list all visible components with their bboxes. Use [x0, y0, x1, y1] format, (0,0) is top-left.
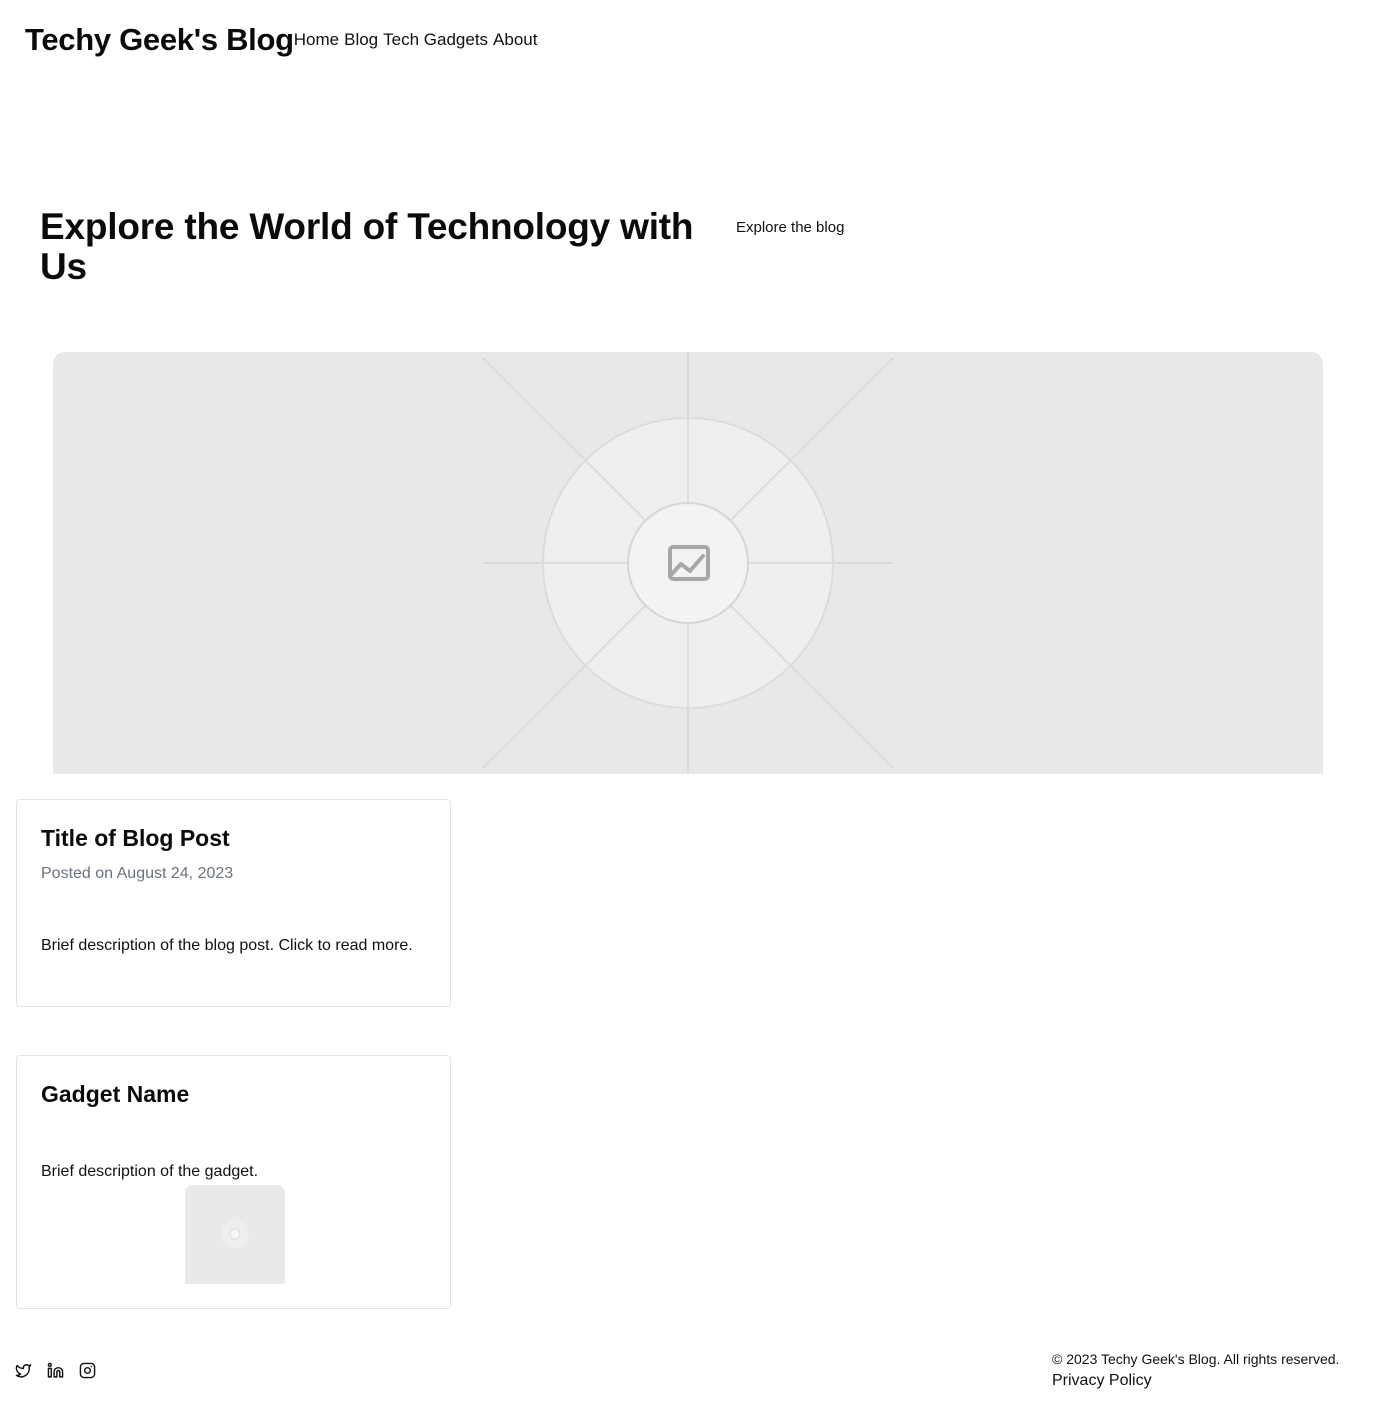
- explore-blog-link[interactable]: Explore the blog: [736, 219, 844, 236]
- hero-heading: Explore the World of Technology with Us: [40, 206, 694, 287]
- footer-info: © 2023 Techy Geek's Blog. All rights res…: [1052, 1350, 1339, 1390]
- gadget-description: Brief description of the gadget.: [41, 1163, 259, 1180]
- nav-link-tech-gadgets[interactable]: Tech Gadgets: [383, 30, 488, 50]
- site-header: Techy Geek's Blog Home Blog Tech Gadgets…: [25, 18, 537, 62]
- twitter-icon[interactable]: [15, 1362, 32, 1379]
- gadget-title[interactable]: Gadget Name: [41, 1081, 189, 1108]
- main-nav: Home Blog Tech Gadgets About: [294, 30, 538, 50]
- instagram-icon[interactable]: [79, 1362, 96, 1379]
- nav-link-about[interactable]: About: [493, 30, 537, 50]
- linkedin-icon[interactable]: [47, 1362, 64, 1379]
- blog-post-description: Brief description of the blog post. Clic…: [41, 937, 413, 954]
- blog-post-date: Posted on August 24, 2023: [41, 865, 234, 882]
- image-placeholder-icon: [482, 352, 894, 774]
- blog-post-card[interactable]: Title of Blog Post Posted on August 24, …: [16, 799, 451, 1007]
- image-placeholder-icon: [221, 1220, 249, 1248]
- copyright-text: © 2023 Techy Geek's Blog. All rights res…: [1052, 1351, 1340, 1367]
- nav-link-blog[interactable]: Blog: [344, 30, 378, 50]
- hero-image: [53, 352, 1323, 774]
- gadget-image: [185, 1185, 285, 1284]
- privacy-policy-link[interactable]: Privacy Policy: [1052, 1372, 1339, 1390]
- nav-link-home[interactable]: Home: [294, 30, 339, 50]
- social-links: [15, 1362, 96, 1379]
- gadget-card[interactable]: Gadget Name Brief description of the gad…: [16, 1055, 451, 1309]
- blog-post-title[interactable]: Title of Blog Post: [41, 825, 230, 852]
- site-title[interactable]: Techy Geek's Blog: [25, 22, 294, 58]
